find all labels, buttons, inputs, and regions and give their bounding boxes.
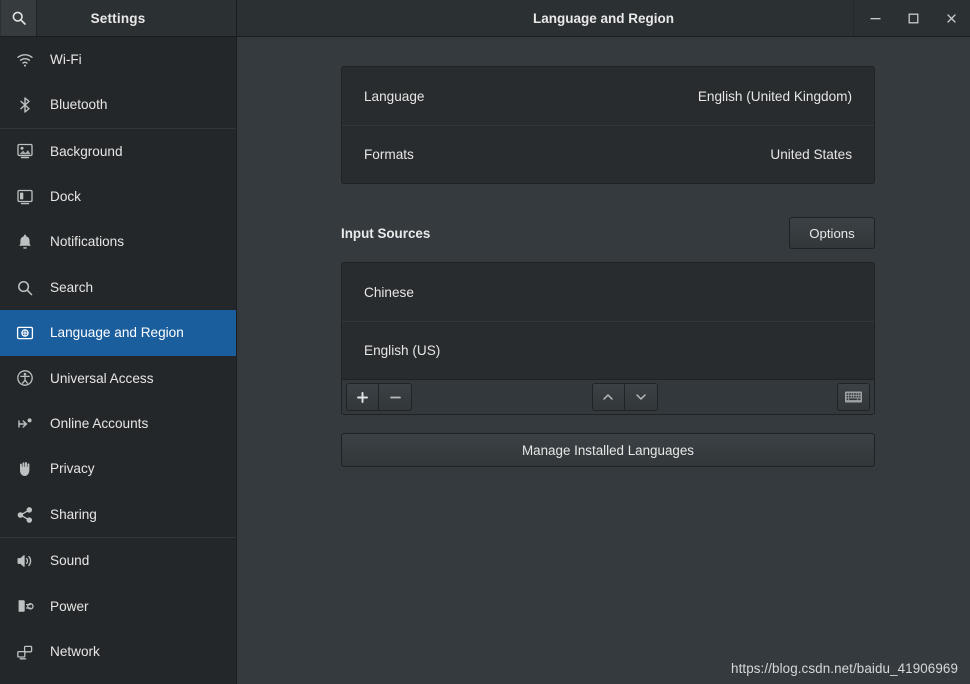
sidebar-item-universal-access[interactable]: Universal Access: [0, 356, 236, 401]
sidebar-item-privacy[interactable]: Privacy: [0, 447, 236, 492]
add-remove-group: [346, 383, 412, 411]
formats-row-label: Formats: [364, 147, 414, 162]
power-plug-icon: [13, 594, 37, 618]
sidebar-item-power[interactable]: Power: [0, 584, 236, 629]
list-item[interactable]: Chinese: [342, 263, 874, 321]
sidebar-item-label: Sharing: [50, 506, 97, 522]
minimize-button[interactable]: [856, 0, 894, 37]
settings-window: Settings Wi-Fi Bluetooth Background Dock Not…: [0, 0, 970, 684]
remove-input-source-button[interactable]: [379, 383, 412, 411]
dock-icon: [13, 185, 37, 209]
sidebar-item-label: Notifications: [50, 234, 125, 250]
search-button[interactable]: [1, 0, 37, 36]
input-sources-title: Input Sources: [341, 225, 431, 241]
sidebar-item-sharing[interactable]: Sharing: [0, 492, 236, 537]
sidebar-item-label: Privacy: [50, 461, 95, 477]
sidebar-item-search[interactable]: Search: [0, 265, 236, 310]
input-sources-toolbar: [341, 379, 875, 415]
sidebar-item-label: Language and Region: [50, 325, 184, 341]
sidebar-item-label: Sound: [50, 553, 90, 569]
sidebar-item-label: Background: [50, 143, 123, 159]
sidebar-item-label: Wi-Fi: [50, 51, 82, 67]
sidebar-item-bluetooth[interactable]: Bluetooth: [0, 82, 236, 127]
search-icon: [11, 10, 27, 26]
sidebar-item-label: Dock: [50, 189, 81, 205]
show-keyboard-layout-button[interactable]: [837, 383, 870, 411]
maximize-button[interactable]: [894, 0, 932, 37]
minus-icon: [389, 391, 402, 404]
add-input-source-button[interactable]: [346, 383, 379, 411]
sidebar-item-wi-fi[interactable]: Wi-Fi: [0, 37, 236, 82]
sidebar-item-network[interactable]: Network: [0, 629, 236, 674]
hand-icon: [13, 457, 37, 481]
maximize-icon: [907, 12, 920, 25]
input-sources-header: Input Sources Options: [341, 217, 875, 249]
sidebar-header: Settings: [0, 0, 236, 37]
minimize-icon: [869, 12, 882, 25]
accessibility-icon: [13, 366, 37, 390]
close-icon: [945, 12, 958, 25]
move-down-button[interactable]: [624, 383, 658, 411]
formats-row-value: United States: [770, 147, 852, 162]
formats-row[interactable]: Formats United States: [342, 125, 874, 183]
search-icon: [13, 276, 37, 300]
language-row-value: English (United Kingdom): [697, 88, 852, 104]
language-region-icon: [13, 321, 37, 345]
share-icon: [13, 503, 37, 527]
move-up-button[interactable]: [591, 383, 625, 411]
network-icon: [13, 640, 37, 664]
sidebar-item-background[interactable]: Background: [0, 129, 236, 174]
language-card: Language English (United Kingdom) Format…: [341, 66, 875, 184]
sidebar-item-label: Search: [50, 279, 94, 295]
sidebar-item-label: Universal Access: [50, 370, 154, 386]
plus-icon: [356, 391, 369, 404]
keyboard-icon: [845, 391, 862, 403]
online-accounts-icon: [13, 412, 37, 436]
input-sources-list: Chinese English (US): [341, 262, 875, 379]
close-button[interactable]: [932, 0, 970, 37]
options-button[interactable]: Options: [789, 217, 875, 249]
keyboard-group: [837, 383, 870, 411]
bluetooth-icon: [13, 93, 37, 117]
sidebar-item-notifications[interactable]: Notifications: [0, 220, 236, 265]
titlebar: Language and Region: [237, 0, 970, 37]
sidebar-item-label: Network: [50, 643, 100, 659]
manage-installed-languages-button[interactable]: Manage Installed Languages: [341, 433, 875, 467]
chevron-down-icon: [634, 390, 648, 404]
sidebar: Settings Wi-Fi Bluetooth Background Dock Not…: [0, 0, 237, 684]
main-panel: Language and Region Language English (Un…: [237, 0, 970, 684]
window-controls: [853, 0, 970, 36]
move-group: [591, 383, 658, 411]
sidebar-item-online-accounts[interactable]: Online Accounts: [0, 401, 236, 446]
sidebar-item-sound[interactable]: Sound: [0, 538, 236, 583]
sidebar-item-dock[interactable]: Dock: [0, 174, 236, 219]
list-item[interactable]: English (US): [342, 321, 874, 379]
sidebar-item-label: Power: [50, 598, 89, 614]
language-row[interactable]: Language English (United Kingdom): [342, 67, 874, 125]
sidebar-list: Wi-Fi Bluetooth Background Dock Notification…: [0, 37, 236, 684]
settings-content: Language English (United Kingdom) Format…: [237, 37, 970, 684]
bell-icon: [13, 230, 37, 254]
sidebar-item-language-and-region[interactable]: Language and Region: [0, 310, 236, 356]
wifi-icon: [13, 48, 37, 72]
chevron-up-icon: [601, 390, 615, 404]
background-icon: [13, 139, 37, 163]
language-row-label: Language: [364, 88, 425, 104]
sidebar-item-label: Online Accounts: [50, 416, 149, 432]
speaker-icon: [13, 549, 37, 573]
sidebar-item-label: Bluetooth: [50, 97, 108, 113]
